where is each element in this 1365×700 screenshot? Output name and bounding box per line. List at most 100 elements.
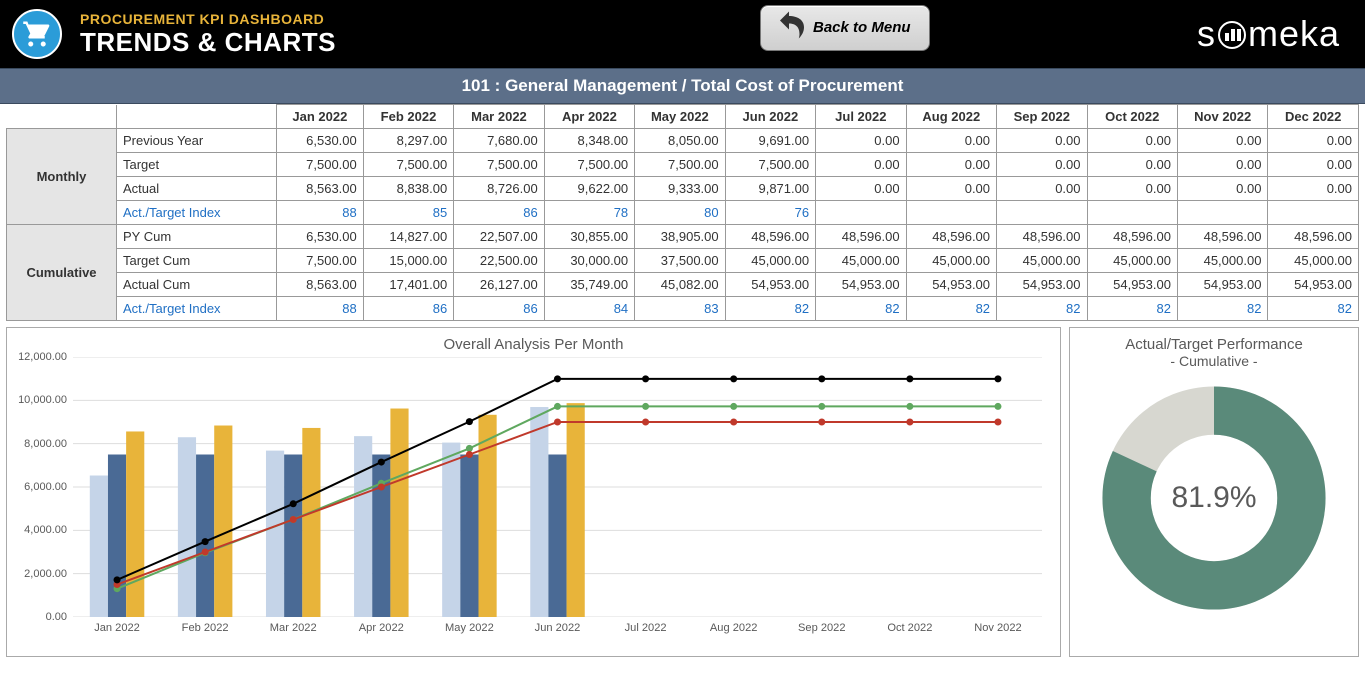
cell: 45,000.00	[816, 249, 906, 273]
chart-icon	[1218, 21, 1246, 49]
cell: 0.00	[1177, 129, 1267, 153]
cell: 0.00	[816, 177, 906, 201]
cell: 48,596.00	[1177, 225, 1267, 249]
cell: 82	[725, 297, 815, 321]
y-tick-label: 10,000.00	[18, 394, 67, 406]
cell	[1268, 201, 1359, 225]
row-label: Previous Year	[117, 129, 277, 153]
y-tick-label: 4,000.00	[24, 524, 67, 536]
cell: 0.00	[1087, 129, 1177, 153]
donut-value: 81.9%	[1171, 481, 1256, 515]
performance-donut-chart: Actual/Target Performance - Cumulative -…	[1069, 327, 1359, 657]
cell: 14,827.00	[363, 225, 453, 249]
svg-text:May 2022: May 2022	[445, 622, 494, 634]
cell: 15,000.00	[363, 249, 453, 273]
y-tick-label: 6,000.00	[24, 481, 67, 493]
cell: 48,596.00	[1087, 225, 1177, 249]
cell: 8,348.00	[544, 129, 634, 153]
cell: 8,726.00	[454, 177, 544, 201]
group-label: Monthly	[7, 129, 117, 225]
cell: 7,680.00	[454, 129, 544, 153]
cell: 0.00	[906, 153, 996, 177]
cell: 82	[1177, 297, 1267, 321]
cell: 7,500.00	[454, 153, 544, 177]
cell: 82	[906, 297, 996, 321]
cell: 8,838.00	[363, 177, 453, 201]
y-tick-label: 8,000.00	[24, 438, 67, 450]
cell: 48,596.00	[1268, 225, 1359, 249]
cell: 45,000.00	[1268, 249, 1359, 273]
cell: 54,953.00	[906, 273, 996, 297]
col-header: Feb 2022	[363, 105, 453, 129]
group-label: Cumulative	[7, 225, 117, 321]
cell: 22,507.00	[454, 225, 544, 249]
svg-text:Jul 2022: Jul 2022	[625, 622, 667, 634]
col-header: Jan 2022	[277, 105, 364, 129]
col-header: Mar 2022	[454, 105, 544, 129]
cell	[1177, 201, 1267, 225]
page-title: TRENDS & CHARTS	[80, 27, 336, 58]
row-label: Act./Target Index	[117, 297, 277, 321]
donut-title: Actual/Target Performance	[1125, 336, 1303, 353]
cell: 48,596.00	[725, 225, 815, 249]
svg-text:Jan 2022: Jan 2022	[94, 622, 140, 634]
cell: 22,500.00	[454, 249, 544, 273]
cell	[906, 201, 996, 225]
cell: 54,953.00	[1087, 273, 1177, 297]
cell: 38,905.00	[635, 225, 725, 249]
cell: 8,563.00	[277, 273, 364, 297]
dashboard-title: PROCUREMENT KPI DASHBOARD	[80, 11, 336, 27]
cell: 82	[1268, 297, 1359, 321]
y-tick-label: 0.00	[46, 611, 67, 623]
cell: 0.00	[906, 129, 996, 153]
kpi-section-title: 101 : General Management / Total Cost of…	[0, 68, 1365, 104]
cell: 7,500.00	[725, 153, 815, 177]
table-row: Actual8,563.008,838.008,726.009,622.009,…	[7, 177, 1359, 201]
cell	[1087, 201, 1177, 225]
row-label: Actual	[117, 177, 277, 201]
cell: 0.00	[906, 177, 996, 201]
cell: 0.00	[997, 129, 1087, 153]
cell: 54,953.00	[997, 273, 1087, 297]
y-tick-label: 12,000.00	[18, 351, 67, 363]
col-header: Sep 2022	[997, 105, 1087, 129]
donut-subtitle: - Cumulative -	[1170, 353, 1257, 369]
cell: 0.00	[1177, 153, 1267, 177]
row-label: Target	[117, 153, 277, 177]
svg-text:Apr 2022: Apr 2022	[359, 622, 404, 634]
col-header: Nov 2022	[1177, 105, 1267, 129]
table-row: Actual Cum8,563.0017,401.0026,127.0035,7…	[7, 273, 1359, 297]
cell: 82	[997, 297, 1087, 321]
cell: 83	[635, 297, 725, 321]
cell: 54,953.00	[1177, 273, 1267, 297]
header-titles: PROCUREMENT KPI DASHBOARD TRENDS & CHART…	[80, 11, 336, 58]
cell: 0.00	[816, 153, 906, 177]
cell: 7,500.00	[277, 249, 364, 273]
cell: 86	[363, 297, 453, 321]
cell: 48,596.00	[906, 225, 996, 249]
overall-analysis-chart: Overall Analysis Per Month 0.002,000.004…	[6, 327, 1061, 657]
col-header: Aug 2022	[906, 105, 996, 129]
cell: 78	[544, 201, 634, 225]
shopping-cart-icon	[12, 9, 62, 59]
cell: 0.00	[1268, 129, 1359, 153]
x-axis: Jan 2022Feb 2022Mar 2022Apr 2022May 2022…	[73, 617, 1042, 637]
cell: 30,855.00	[544, 225, 634, 249]
cell: 86	[454, 297, 544, 321]
col-header: Jun 2022	[725, 105, 815, 129]
col-header: May 2022	[635, 105, 725, 129]
data-table: Jan 2022 Feb 2022 Mar 2022 Apr 2022 May …	[0, 104, 1365, 321]
cell: 76	[725, 201, 815, 225]
back-to-menu-button[interactable]: Back to Menu	[760, 5, 930, 51]
cell: 17,401.00	[363, 273, 453, 297]
cell: 8,297.00	[363, 129, 453, 153]
svg-text:Sep 2022: Sep 2022	[798, 622, 846, 634]
svg-text:Nov 2022: Nov 2022	[974, 622, 1022, 634]
cell: 0.00	[997, 153, 1087, 177]
cell: 48,596.00	[816, 225, 906, 249]
cell: 6,530.00	[277, 129, 364, 153]
chart-svg	[73, 357, 1042, 617]
svg-text:Oct 2022: Oct 2022	[887, 622, 932, 634]
cell: 54,953.00	[816, 273, 906, 297]
cell: 45,000.00	[906, 249, 996, 273]
